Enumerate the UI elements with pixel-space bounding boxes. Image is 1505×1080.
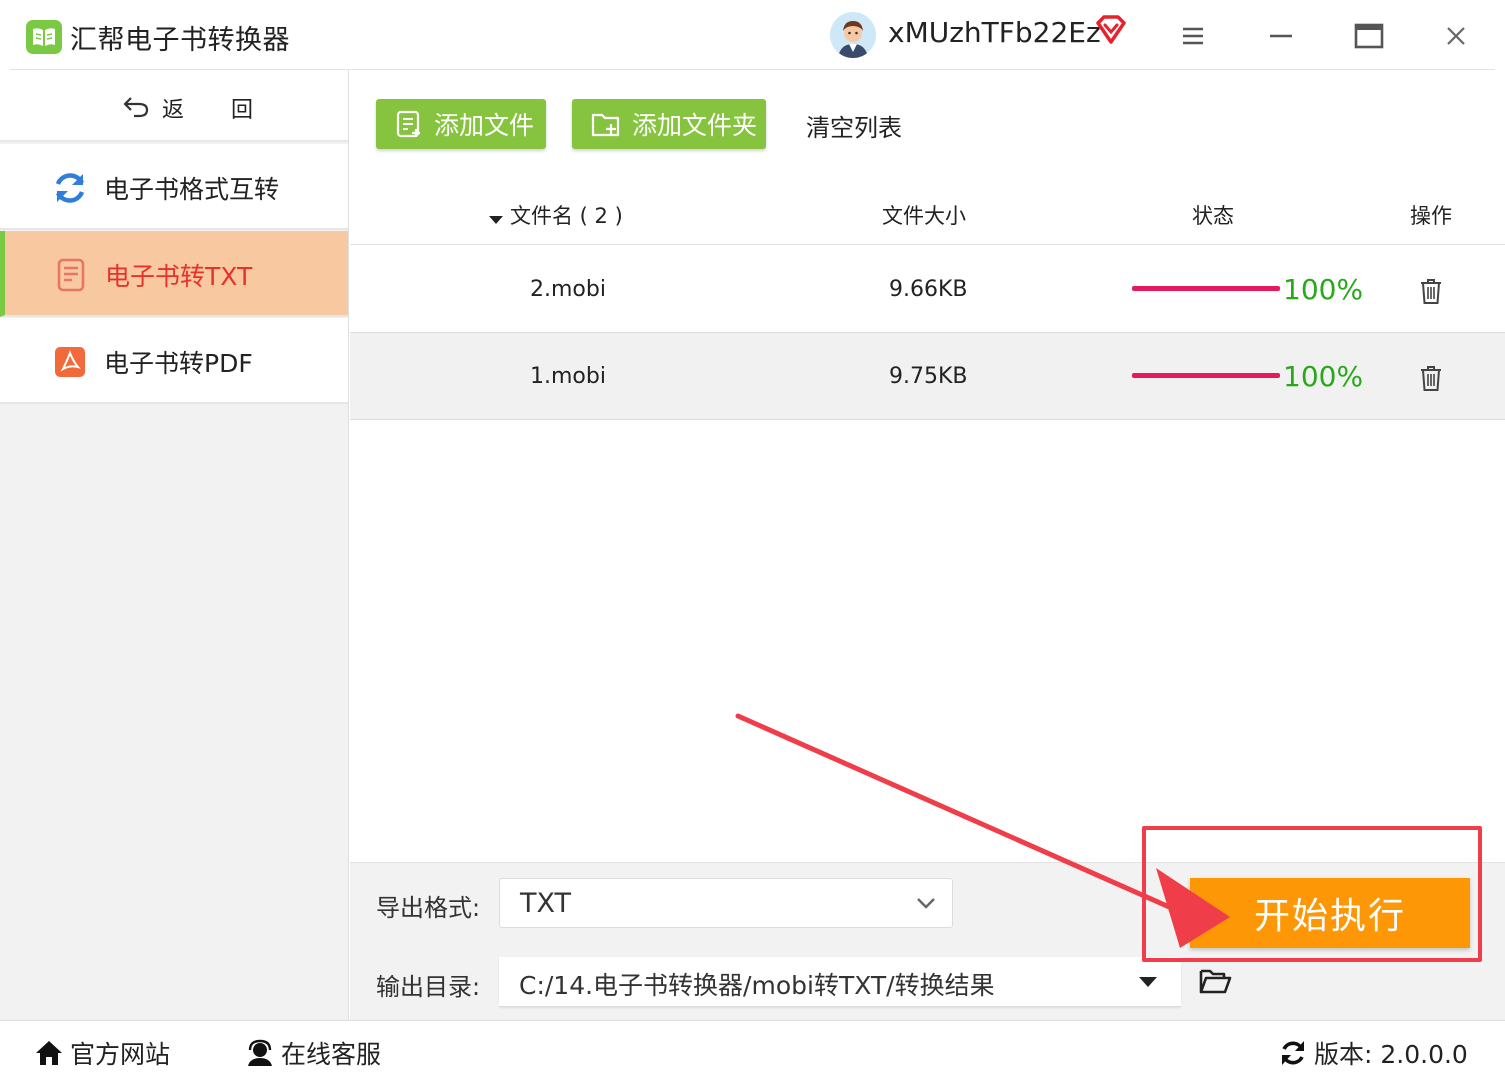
header-filename[interactable]: 文件名 ( 2 ) [510, 200, 623, 230]
progress-bar [1132, 373, 1280, 378]
header-filesize: 文件大小 [882, 204, 966, 228]
official-site-label: 官方网站 [70, 1040, 171, 1069]
file-name: 2.mobi [530, 277, 606, 302]
convert-sync-icon [52, 170, 88, 206]
version-info[interactable]: 版本: 2.0.0.0 [1278, 1035, 1468, 1071]
app-logo-icon [26, 20, 62, 54]
add-file-label: 添加文件 [434, 111, 535, 140]
app-window: 汇帮电子书转换器 xMUzhTFb22Ez 返 回 电子书格式互转 电子书转TX… [0, 0, 1505, 1080]
add-file-icon [394, 109, 424, 139]
file-list-panel: 添加文件 添加文件夹 清空列表 文件名 ( 2 ) 文件大小 状态 操作 2.m… [350, 70, 1505, 862]
maximize-icon[interactable] [1351, 18, 1387, 54]
vip-diamond-icon[interactable] [1094, 14, 1128, 50]
status-percent: 100% [1283, 273, 1364, 306]
footer-bar: 官方网站 在线客服 版本: 2.0.0.0 [0, 1020, 1505, 1080]
trash-icon[interactable] [1419, 277, 1443, 311]
sidebar: 返 回 电子书格式互转 电子书转TXT 电子书转PDF [0, 70, 349, 1020]
progress-bar [1132, 286, 1280, 291]
format-label: 导出格式: [376, 894, 481, 922]
version-label: 版本: 2.0.0.0 [1314, 1040, 1468, 1069]
add-folder-icon [590, 109, 622, 139]
file-size: 9.66KB [889, 277, 968, 302]
online-support-label: 在线客服 [281, 1040, 382, 1069]
dir-label: 输出目录: [376, 973, 481, 1001]
table-header: 文件名 ( 2 ) 文件大小 状态 操作 [350, 190, 1505, 245]
sidebar-item-label: 电子书格式互转 [104, 175, 280, 204]
official-site-link[interactable]: 官方网站 [34, 1035, 170, 1071]
back-arrow-icon [122, 94, 150, 122]
sidebar-item-label: 电子书转TXT [105, 262, 253, 291]
username[interactable]: xMUzhTFb22Ez [888, 16, 1101, 49]
title-bar: 汇帮电子书转换器 xMUzhTFb22Ez [0, 0, 1505, 70]
sidebar-item-label: 电子书转PDF [104, 349, 253, 378]
pdf-icon [52, 344, 88, 380]
support-headset-icon [245, 1039, 275, 1067]
header-action: 操作 [1410, 204, 1452, 228]
avatar-icon[interactable] [830, 12, 876, 58]
format-select[interactable]: TXT [499, 878, 953, 928]
chevron-down-icon [916, 895, 936, 914]
app-title: 汇帮电子书转换器 [70, 25, 290, 56]
back-button[interactable]: 返 回 [0, 70, 348, 142]
back-label: 返 回 [162, 98, 273, 123]
open-folder-icon[interactable] [1198, 967, 1232, 999]
table-row[interactable]: 1.mobi 9.75KB 100% [350, 333, 1505, 420]
trash-icon[interactable] [1419, 364, 1443, 398]
sidebar-item-to-pdf[interactable]: 电子书转PDF [0, 318, 348, 404]
dropdown-caret-icon[interactable] [1139, 977, 1157, 987]
output-dir-field[interactable]: C:/14.电子书转换器/mobi转TXT/转换结果 [499, 957, 1181, 1007]
menu-icon[interactable] [1175, 18, 1211, 54]
sort-caret-icon[interactable] [488, 206, 504, 230]
sidebar-item-format-convert[interactable]: 电子书格式互转 [0, 144, 348, 230]
home-icon [34, 1039, 64, 1067]
refresh-icon [1278, 1038, 1308, 1068]
online-support-link[interactable]: 在线客服 [245, 1035, 381, 1071]
output-dir-value: C:/14.电子书转换器/mobi转TXT/转换结果 [519, 971, 995, 1000]
header-status: 状态 [1192, 204, 1234, 228]
txt-document-icon [53, 257, 89, 293]
table-row[interactable]: 2.mobi 9.66KB 100% [350, 246, 1505, 333]
file-name: 1.mobi [530, 364, 606, 389]
highlight-box [1142, 826, 1482, 962]
clear-list-button[interactable]: 清空列表 [806, 108, 902, 143]
add-folder-button[interactable]: 添加文件夹 [572, 99, 766, 149]
format-value: TXT [520, 888, 572, 919]
close-icon[interactable] [1438, 18, 1474, 54]
file-size: 9.75KB [889, 364, 968, 389]
add-folder-label: 添加文件夹 [632, 111, 758, 140]
status-percent: 100% [1283, 360, 1364, 393]
add-file-button[interactable]: 添加文件 [376, 99, 546, 149]
minimize-icon[interactable] [1263, 18, 1299, 54]
sidebar-item-to-txt[interactable]: 电子书转TXT [0, 231, 348, 317]
